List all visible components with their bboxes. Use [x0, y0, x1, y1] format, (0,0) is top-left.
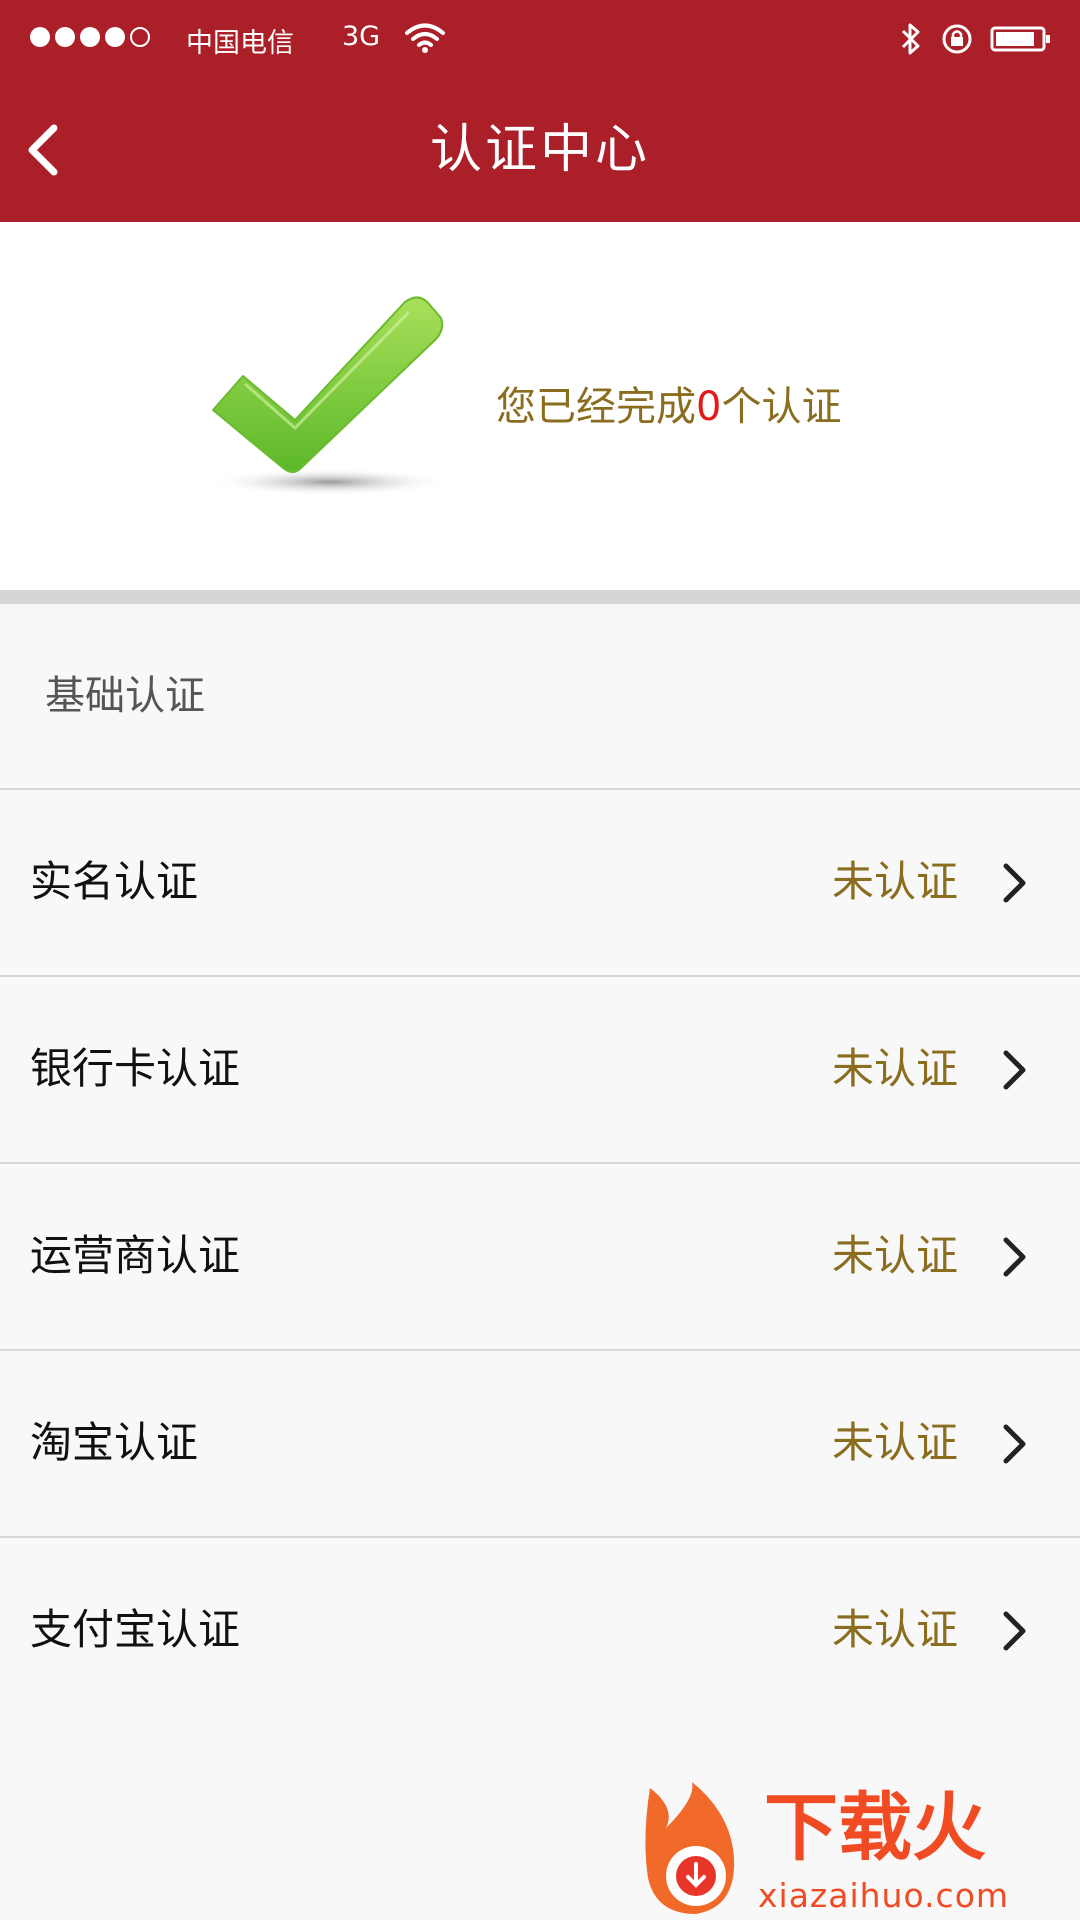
header-bar: 中国电信 3G 认证中心: [0, 0, 1080, 222]
chevron-right-icon: [1003, 1237, 1026, 1277]
network-type: 3G: [342, 21, 381, 52]
section-title: 基础认证: [45, 673, 205, 719]
item-label: 淘宝认证: [30, 1418, 199, 1467]
chevron-right-icon: [1003, 1050, 1026, 1090]
list-item-alipay[interactable]: 支付宝认证 未认证: [0, 1536, 1080, 1723]
item-status: 未认证: [831, 857, 958, 906]
section-divider: [0, 590, 1080, 604]
item-label: 运营商认证: [30, 1231, 241, 1280]
list-item-carrier[interactable]: 运营商认证 未认证: [0, 1162, 1080, 1349]
watermark-logo: 下载火 xiazaihuo.com: [636, 1778, 1080, 1920]
section-header: 基础认证: [0, 604, 1080, 788]
chevron-right-icon: [1003, 1611, 1026, 1651]
list-item-real-name[interactable]: 实名认证 未认证: [0, 788, 1080, 975]
checkmark-icon: [208, 296, 452, 496]
bluetooth-icon: [901, 23, 920, 55]
item-status: 未认证: [831, 1044, 958, 1093]
list-item-taobao[interactable]: 淘宝认证 未认证: [0, 1349, 1080, 1536]
chevron-right-icon: [1003, 1424, 1026, 1464]
signal-strength-icon: [30, 27, 150, 47]
rotation-lock-icon: [942, 24, 972, 54]
verification-summary: 您已经完成0个认证: [0, 222, 1080, 590]
item-label: 支付宝认证: [30, 1605, 241, 1654]
battery-icon: [990, 26, 1050, 52]
watermark-text: 下载火: [764, 1785, 986, 1871]
verification-list: 实名认证 未认证 银行卡认证 未认证 运营商认证 未认证 淘宝认证 未认证 支付…: [0, 788, 1080, 1723]
list-item-bank-card[interactable]: 银行卡认证 未认证: [0, 975, 1080, 1162]
item-status: 未认证: [831, 1418, 958, 1467]
flame-logo-icon: [645, 1782, 735, 1914]
item-status: 未认证: [831, 1231, 958, 1280]
item-label: 实名认证: [30, 857, 199, 906]
item-status: 未认证: [831, 1605, 958, 1654]
completed-count: 0: [696, 384, 722, 430]
watermark-url: xiazaihuo.com: [758, 1876, 1010, 1915]
wifi-icon: [405, 23, 445, 53]
item-label: 银行卡认证: [30, 1044, 241, 1093]
status-bar: 中国电信 3G: [0, 0, 1080, 78]
chevron-right-icon: [1003, 863, 1026, 903]
completion-status-text: 您已经完成0个认证: [496, 384, 842, 430]
carrier-name: 中国电信: [186, 28, 294, 59]
page-title: 认证中心: [429, 120, 650, 180]
